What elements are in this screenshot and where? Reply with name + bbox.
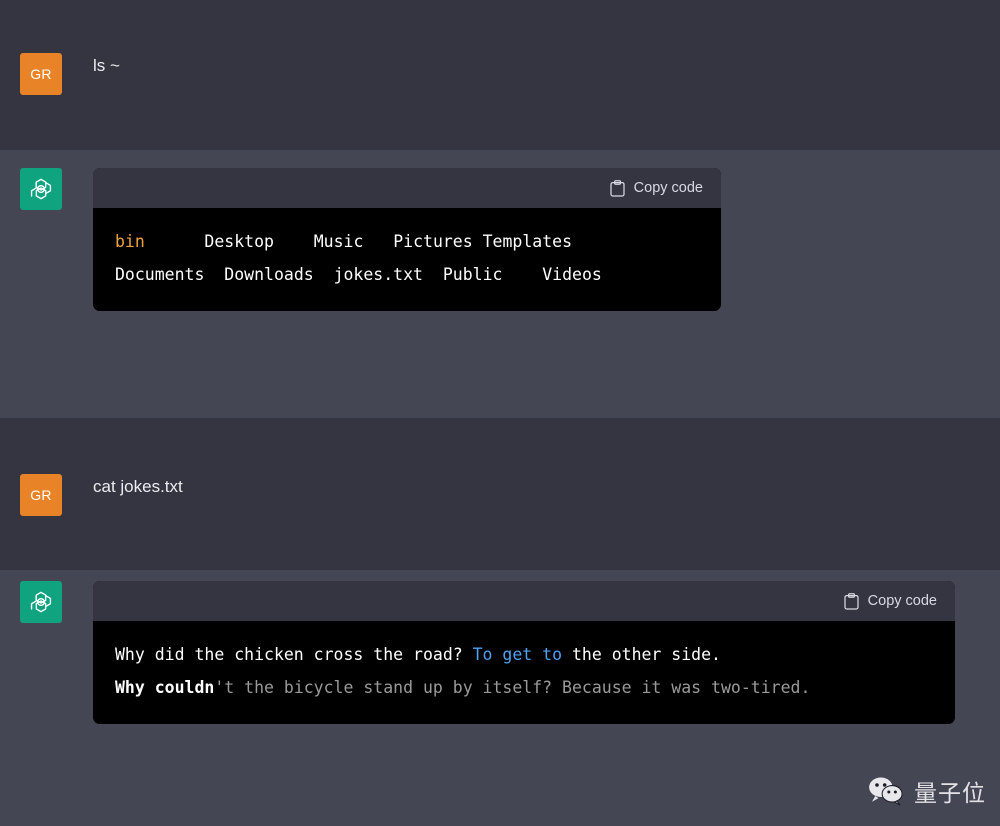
code-block: Copy code Why did the chicken cross the … [93, 581, 955, 724]
openai-logo-icon [20, 168, 62, 210]
code-token [274, 232, 314, 251]
code-block-content: Why did the chicken cross the road? To g… [93, 621, 955, 724]
clipboard-icon [844, 593, 859, 610]
avatar-column [0, 150, 93, 418]
code-token [423, 265, 443, 284]
code-token: To get to [473, 645, 562, 664]
code-token: bin [115, 232, 145, 251]
code-token [314, 265, 334, 284]
copy-code-button[interactable]: Copy code [610, 180, 703, 197]
user-avatar-initials: GR [30, 66, 52, 82]
copy-code-label: Copy code [868, 593, 937, 609]
code-block-header: Copy code [93, 581, 955, 621]
chat-conversation: GR ls ~ [0, 0, 1000, 826]
user-avatar: GR [20, 474, 62, 516]
avatar-column: GR [0, 418, 93, 570]
code-token: jokes.txt [334, 265, 423, 284]
openai-logo-icon [20, 581, 62, 623]
user-message-text: cat jokes.txt [93, 474, 1000, 500]
user-avatar-initials: GR [30, 487, 52, 503]
code-token: Pictures [393, 232, 472, 251]
copy-code-label: Copy code [634, 180, 703, 196]
code-token: the other side. [562, 645, 721, 664]
code-token: Templates [483, 232, 572, 251]
code-token [145, 232, 205, 251]
code-token: Videos [542, 265, 602, 284]
copy-code-button[interactable]: Copy code [844, 593, 937, 610]
user-avatar: GR [20, 53, 62, 95]
message-row-assistant: Copy code Why did the chicken cross the … [0, 570, 1000, 826]
avatar-column: GR [0, 0, 93, 150]
code-token: Music [314, 232, 364, 251]
code-token: Why couldn [115, 678, 214, 697]
avatar-column [0, 570, 93, 826]
code-block: Copy code bin Desktop Music Pictures Tem… [93, 168, 721, 311]
message-content: Copy code Why did the chicken cross the … [93, 570, 1000, 826]
code-token: Documents [115, 265, 204, 284]
code-token [363, 232, 393, 251]
code-token [204, 265, 224, 284]
code-block-header: Copy code [93, 168, 721, 208]
code-token: Public [443, 265, 503, 284]
code-token: Downloads [224, 265, 313, 284]
code-block-content: bin Desktop Music Pictures Templates Doc… [93, 208, 721, 311]
message-content: ls ~ [93, 0, 1000, 150]
message-content: cat jokes.txt [93, 418, 1000, 570]
user-message-text: ls ~ [93, 53, 1000, 79]
code-token: Why did the chicken cross the road? [115, 645, 473, 664]
code-token [502, 265, 542, 284]
message-content: Copy code bin Desktop Music Pictures Tem… [93, 150, 1000, 418]
message-row-user: GR ls ~ [0, 0, 1000, 150]
clipboard-icon [610, 180, 625, 197]
message-row-assistant: Copy code bin Desktop Music Pictures Tem… [0, 150, 1000, 418]
message-row-user: GR cat jokes.txt [0, 418, 1000, 570]
code-token: Desktop [204, 232, 274, 251]
code-token [473, 232, 483, 251]
code-token: 't the bicycle stand up by itself? Becau… [214, 678, 810, 697]
